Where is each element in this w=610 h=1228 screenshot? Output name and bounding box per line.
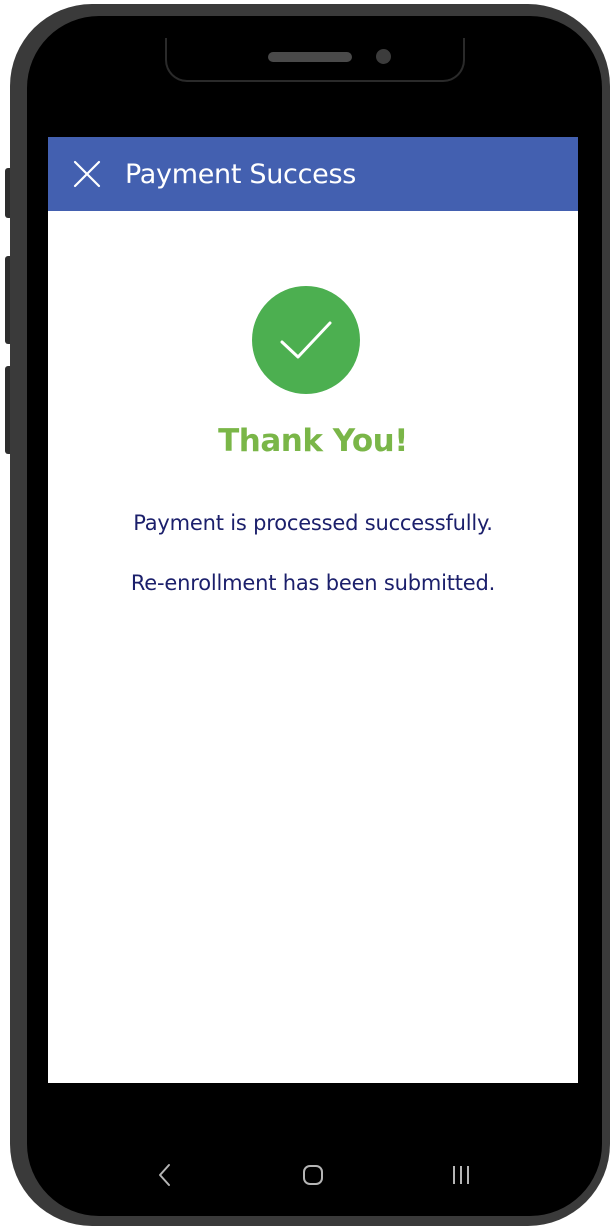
- close-icon: [73, 160, 101, 188]
- nav-home-button[interactable]: [293, 1155, 333, 1195]
- page-title: Payment Success: [125, 158, 356, 190]
- app-screen: Payment Success Thank You! Payment is pr…: [48, 137, 578, 1083]
- earpiece-speaker: [268, 52, 352, 62]
- checkmark-icon: [280, 321, 332, 359]
- app-header: Payment Success: [48, 137, 578, 211]
- nav-recent-apps-button[interactable]: [441, 1155, 481, 1195]
- recent-apps-icon: [453, 1166, 469, 1184]
- nav-back-button[interactable]: [145, 1155, 185, 1195]
- thank-you-heading: Thank You!: [218, 423, 408, 459]
- front-camera: [376, 49, 391, 64]
- back-icon: [159, 1164, 170, 1186]
- close-button[interactable]: [68, 155, 106, 193]
- payment-processed-message: Payment is processed successfully.: [133, 511, 493, 535]
- success-badge: [252, 286, 360, 394]
- home-icon: [303, 1165, 323, 1185]
- reenrollment-submitted-message: Re-enrollment has been submitted.: [130, 571, 496, 595]
- phone-mockup: Payment Success Thank You! Payment is pr…: [0, 0, 610, 1228]
